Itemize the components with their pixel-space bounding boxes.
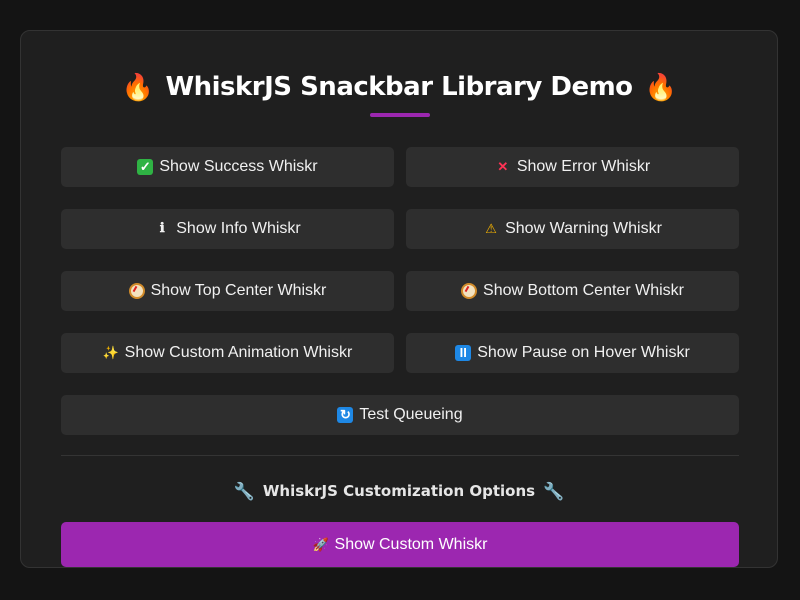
info-icon: ℹ [159, 221, 165, 236]
section-divider [61, 455, 739, 456]
show-info-button[interactable]: ℹ Show Info Whiskr [61, 209, 394, 249]
show-pause-on-hover-label: Show Pause on Hover Whiskr [477, 344, 690, 361]
show-error-button[interactable]: ✕ Show Error Whiskr [406, 147, 739, 187]
demo-card: 🔥 WhiskrJS Snackbar Library Demo 🔥 ✓ Show S… [20, 30, 778, 568]
show-custom-animation-button[interactable]: ✨ Show Custom Animation Whiskr [61, 333, 394, 373]
customization-title-text: WhiskrJS Customization Options [262, 482, 536, 500]
rocket-icon: 🚀 [312, 536, 329, 552]
title-underline [370, 113, 430, 117]
show-info-label: Show Info Whiskr [176, 220, 301, 237]
show-warning-button[interactable]: ⚠ Show Warning Whiskr [406, 209, 739, 249]
cross-mark-icon: ✕ [497, 159, 509, 174]
compass-icon [461, 283, 478, 299]
check-mark-icon: ✓ [137, 159, 154, 175]
show-bottom-center-label: Show Bottom Center Whiskr [483, 282, 684, 299]
show-custom-whiskr-button[interactable]: 🚀 Show Custom Whiskr [61, 522, 739, 567]
show-success-button[interactable]: ✓ Show Success Whiskr [61, 147, 394, 187]
show-pause-on-hover-button[interactable]: II Show Pause on Hover Whiskr [406, 333, 739, 373]
wrench-icon: 🔧 [233, 481, 255, 502]
test-queueing-label: Test Queueing [359, 406, 463, 423]
pause-icon: II [455, 345, 472, 361]
fire-icon: 🔥 [121, 72, 154, 103]
queue-icon: ↻ [337, 407, 354, 423]
show-custom-whiskr-label: Show Custom Whiskr [334, 535, 488, 553]
show-error-label: Show Error Whiskr [516, 158, 651, 175]
test-queueing-button[interactable]: ↻ Test Queueing [61, 395, 739, 435]
wrench-icon: 🔧 [543, 481, 565, 502]
show-top-center-button[interactable]: Show Top Center Whiskr [61, 271, 394, 311]
show-top-center-label: Show Top Center Whiskr [150, 282, 327, 299]
show-success-label: Show Success Whiskr [159, 158, 318, 175]
page-title-text: WhiskrJS Snackbar Library Demo [165, 72, 633, 102]
show-bottom-center-button[interactable]: Show Bottom Center Whiskr [406, 271, 739, 311]
show-custom-animation-label: Show Custom Animation Whiskr [124, 344, 353, 361]
sparkles-icon: ✨ [102, 345, 119, 360]
show-warning-label: Show Warning Whiskr [505, 220, 662, 237]
warning-icon: ⚠ [485, 221, 497, 236]
page-title: 🔥 WhiskrJS Snackbar Library Demo 🔥 [21, 67, 777, 108]
customization-title: 🔧 WhiskrJS Customization Options 🔧 [21, 479, 777, 504]
compass-icon [128, 283, 145, 299]
fire-icon: 🔥 [644, 72, 677, 103]
